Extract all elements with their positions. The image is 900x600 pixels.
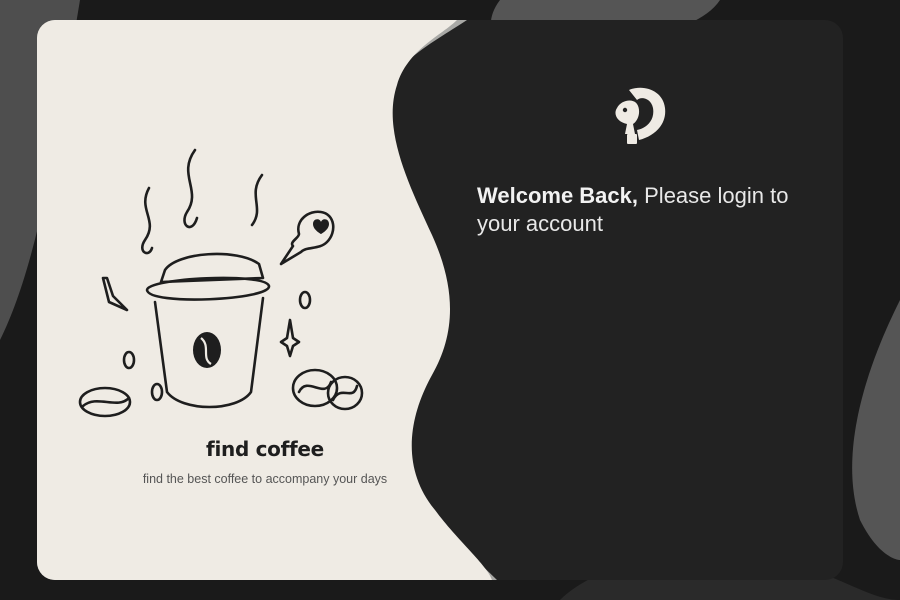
welcome-message: Welcome Back, Please login to your accou… [477, 182, 807, 238]
illustration-subtitle: find the best coffee to accompany your d… [142, 472, 388, 486]
steam-left [141, 186, 154, 255]
coffee-cup-illustration [78, 148, 364, 418]
steam-center [183, 148, 199, 229]
bean-small-2 [150, 382, 164, 402]
login-screen: find coffee find the best coffee to acco… [0, 0, 900, 600]
squirrel-coffee-logo-icon [615, 87, 666, 144]
bean-small-1 [122, 350, 136, 370]
sparkle-right [279, 318, 301, 358]
illustration-title: find coffee [206, 437, 324, 461]
sparkle-left [101, 276, 129, 312]
bean-small-3 [298, 290, 312, 310]
heart-icon [313, 219, 329, 234]
welcome-bold-text: Welcome Back, [477, 183, 639, 208]
steam-right [250, 173, 264, 227]
login-card: find coffee find the best coffee to acco… [37, 20, 843, 580]
